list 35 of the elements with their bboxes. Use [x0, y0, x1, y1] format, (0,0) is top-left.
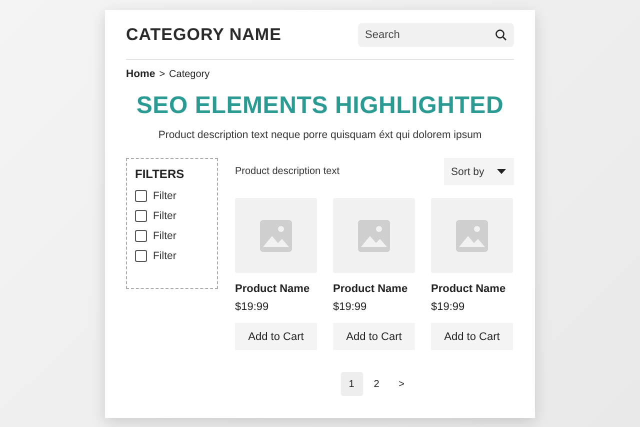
product-name: Product Name [431, 282, 507, 296]
product-price: $19:99 [333, 301, 368, 313]
page-button[interactable]: 2 [366, 372, 388, 396]
product-price: $19:99 [431, 301, 466, 313]
caret-icon [497, 169, 506, 174]
filter-label: Filter [153, 210, 176, 222]
image-icon [456, 220, 488, 252]
filter-label: Filter [153, 230, 176, 242]
sort-dropdown[interactable]: Sort by [444, 158, 514, 185]
product-name: Product Name [235, 282, 311, 296]
search-icon [495, 29, 507, 41]
add-to-cart-button[interactable]: Add to Cart [333, 323, 415, 350]
page-button[interactable]: > [390, 372, 412, 396]
breadcrumb-link[interactable]: Home [126, 68, 156, 80]
page-heading: SEO ELEMENTS HIGHLIGHTED [135, 92, 505, 120]
add-to-cart-button[interactable]: Add to Cart [431, 323, 513, 350]
breadcrumb-text: Category [169, 68, 210, 80]
filter-label: Filter [153, 250, 176, 262]
category-title: CATEGORY NAME [126, 25, 282, 45]
filter-checkbox[interactable] [135, 210, 147, 222]
image-icon [260, 220, 292, 252]
add-to-cart-button[interactable]: Add to Cart [235, 323, 317, 350]
product-price: $19:99 [235, 301, 270, 313]
filters-title: FILTERS [135, 167, 186, 181]
filter-checkbox[interactable] [135, 230, 147, 242]
page-description: Product description text neque porre quisquam éxt qui dolorem ipsum [157, 129, 483, 141]
filter-label: Filter [153, 190, 176, 202]
page-button[interactable]: 1 [340, 372, 362, 396]
image-icon [358, 220, 390, 252]
filter-checkbox[interactable] [135, 250, 147, 262]
product-name: Product Name [333, 282, 409, 296]
listing-description: Product description text [235, 166, 340, 177]
filter-checkbox[interactable] [135, 190, 147, 202]
breadcrumb-text: > [159, 68, 166, 80]
search-field[interactable]: Search [358, 23, 514, 47]
